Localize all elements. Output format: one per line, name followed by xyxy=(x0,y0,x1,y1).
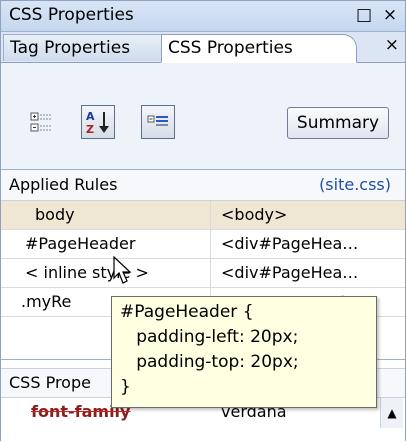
svg-text:Z: Z xyxy=(86,123,94,136)
rule-tag: <div#PageHea… xyxy=(221,234,359,253)
rule-tooltip: #PageHeader { padding-left: 20px; paddin… xyxy=(111,296,377,408)
maximize-icon[interactable]: □ xyxy=(353,3,375,27)
set-properties-icon xyxy=(147,115,168,126)
rule-selector: #PageHeader xyxy=(1,230,211,258)
show-set-properties-button[interactable] xyxy=(141,105,175,139)
close-icon[interactable]: × xyxy=(379,3,401,27)
mouse-pointer-icon xyxy=(113,256,132,284)
applied-rules-label: Applied Rules xyxy=(9,175,118,194)
tooltip-line: } xyxy=(120,377,131,397)
stylesheet-link[interactable]: (site.css) xyxy=(319,175,391,194)
sort-az-icon: A Z xyxy=(86,110,109,136)
tab-label: CSS Properties xyxy=(168,38,293,58)
svg-text:A: A xyxy=(86,110,95,123)
tooltip-line: padding-top: 20px; xyxy=(120,352,299,372)
tab-close-icon[interactable]: × xyxy=(385,35,399,55)
toolbar: A Z Summary xyxy=(1,63,405,169)
summary-button[interactable]: Summary xyxy=(287,107,389,139)
panel-title: CSS Properties xyxy=(9,5,134,25)
categorized-view-button[interactable] xyxy=(25,105,59,139)
rule-tag: <div#PageHea… xyxy=(221,263,359,282)
categorized-list-icon xyxy=(30,112,52,132)
css-properties-panel: CSS Properties □ × Tag Properties CSS Pr… xyxy=(0,0,406,442)
scroll-up-arrow-icon[interactable]: ▲ xyxy=(380,398,403,428)
applied-rules-header: Applied Rules (site.css) xyxy=(1,170,405,201)
css-properties-label: CSS Prope xyxy=(9,373,91,392)
rule-selector: < inline style > xyxy=(1,259,211,287)
rule-tag: <body> xyxy=(221,205,288,224)
tab-strip: Tag Properties CSS Properties xyxy=(1,32,405,63)
tab-label: Tag Properties xyxy=(10,38,131,58)
tab-tag-properties[interactable]: Tag Properties xyxy=(3,34,167,61)
rule-selector: body xyxy=(1,201,211,229)
tooltip-line: padding-left: 20px; xyxy=(120,327,299,347)
rule-row[interactable]: body <body> xyxy=(1,201,405,230)
tab-css-properties[interactable]: CSS Properties xyxy=(161,34,357,63)
panel-titlebar[interactable]: CSS Properties □ × xyxy=(1,1,405,32)
rule-row[interactable]: < inline style > <div#PageHea… xyxy=(1,259,405,288)
rule-row[interactable]: #PageHeader <div#PageHea… xyxy=(1,230,405,259)
tooltip-line: #PageHeader { xyxy=(120,302,254,322)
sort-alphabetically-button[interactable]: A Z xyxy=(81,105,115,139)
